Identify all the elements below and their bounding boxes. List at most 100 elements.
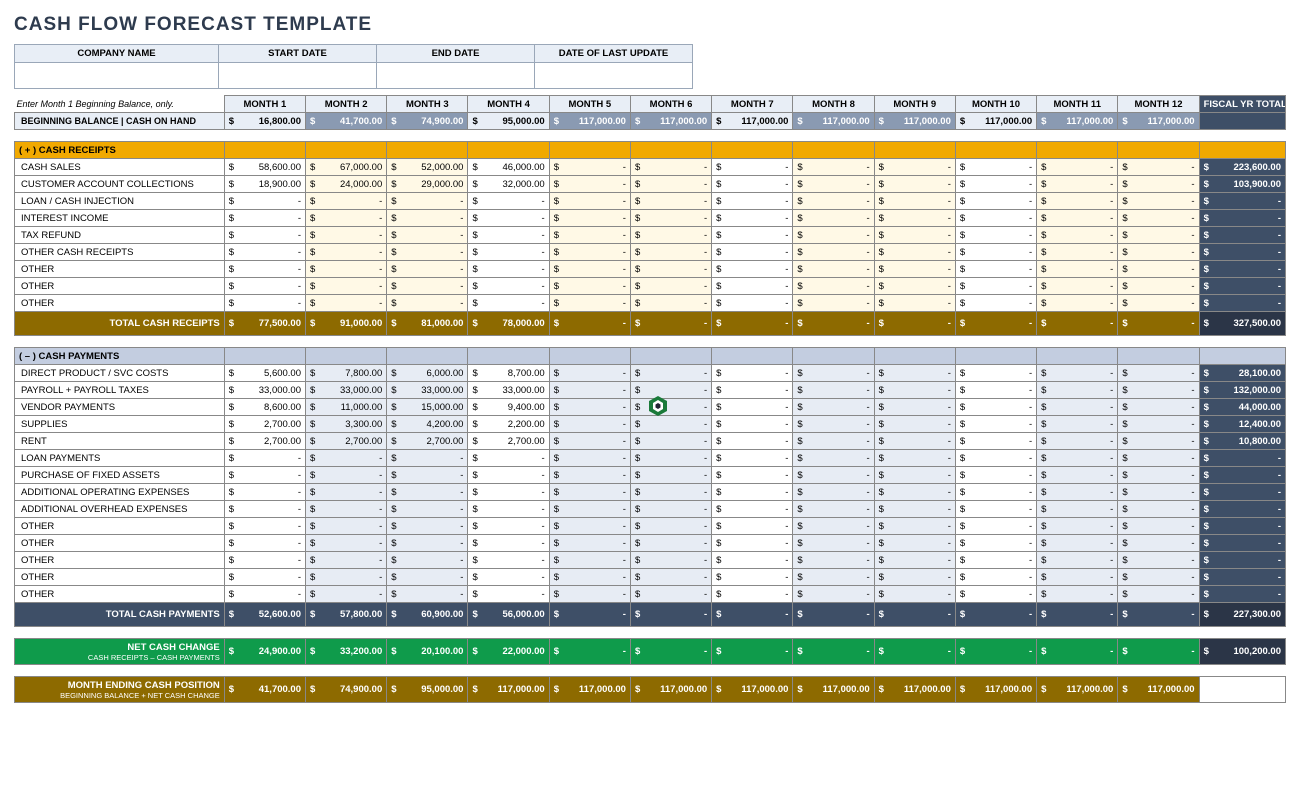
cell[interactable]: - <box>224 484 305 501</box>
cell[interactable]: - <box>224 569 305 586</box>
cell[interactable]: - <box>793 450 874 467</box>
cell[interactable]: - <box>955 484 1036 501</box>
cell[interactable]: - <box>224 244 305 261</box>
cell[interactable]: - <box>387 586 468 603</box>
cell[interactable]: - <box>1118 278 1199 295</box>
cell[interactable]: - <box>387 193 468 210</box>
cell[interactable]: - <box>468 467 549 484</box>
cell[interactable]: - <box>874 552 955 569</box>
cell[interactable]: 67,000.00 <box>306 159 387 176</box>
cell[interactable]: - <box>793 295 874 312</box>
cell[interactable]: - <box>874 382 955 399</box>
cell[interactable]: - <box>1118 552 1199 569</box>
cell[interactable]: - <box>1037 261 1118 278</box>
cell[interactable]: - <box>387 244 468 261</box>
cell[interactable]: - <box>549 210 630 227</box>
cell[interactable]: - <box>955 278 1036 295</box>
cell[interactable]: - <box>224 193 305 210</box>
cell[interactable]: - <box>468 278 549 295</box>
cell[interactable]: - <box>1037 467 1118 484</box>
cell[interactable]: - <box>1037 193 1118 210</box>
cell[interactable]: - <box>874 501 955 518</box>
cell[interactable]: - <box>712 399 793 416</box>
cell[interactable]: - <box>630 552 711 569</box>
cell[interactable]: - <box>874 518 955 535</box>
cell[interactable]: - <box>874 244 955 261</box>
cell[interactable]: - <box>712 295 793 312</box>
cell[interactable]: - <box>712 227 793 244</box>
cell[interactable]: - <box>874 176 955 193</box>
cell[interactable]: - <box>1118 399 1199 416</box>
cell[interactable]: - <box>793 501 874 518</box>
cell[interactable]: - <box>549 176 630 193</box>
cell[interactable]: - <box>1037 501 1118 518</box>
cell[interactable]: - <box>793 278 874 295</box>
cell[interactable]: - <box>549 450 630 467</box>
cell[interactable]: - <box>630 501 711 518</box>
cell[interactable]: - <box>874 295 955 312</box>
cell[interactable]: - <box>712 518 793 535</box>
cell[interactable]: - <box>387 278 468 295</box>
cell[interactable]: - <box>1118 569 1199 586</box>
cell[interactable]: - <box>306 261 387 278</box>
cell[interactable]: - <box>1037 450 1118 467</box>
cell[interactable]: 2,700.00 <box>224 433 305 450</box>
cell[interactable]: - <box>549 569 630 586</box>
cell[interactable]: - <box>549 586 630 603</box>
cell[interactable]: - <box>630 210 711 227</box>
cell[interactable]: - <box>874 433 955 450</box>
cell[interactable]: - <box>549 227 630 244</box>
cell[interactable]: - <box>874 261 955 278</box>
cell[interactable]: - <box>955 193 1036 210</box>
cell[interactable]: - <box>224 501 305 518</box>
cell[interactable]: - <box>224 535 305 552</box>
cell[interactable]: - <box>306 569 387 586</box>
cell[interactable]: - <box>874 535 955 552</box>
cell[interactable]: - <box>874 227 955 244</box>
cell[interactable]: - <box>1118 244 1199 261</box>
cell[interactable]: - <box>549 365 630 382</box>
cell[interactable]: - <box>549 484 630 501</box>
cell[interactable]: - <box>306 278 387 295</box>
cell[interactable]: - <box>306 586 387 603</box>
cell[interactable]: - <box>874 416 955 433</box>
cell[interactable]: - <box>224 295 305 312</box>
cell[interactable]: - <box>630 484 711 501</box>
cell[interactable]: 18,900.00 <box>224 176 305 193</box>
cell[interactable]: - <box>549 433 630 450</box>
cell[interactable]: - <box>955 210 1036 227</box>
cell[interactable]: - <box>712 552 793 569</box>
cell[interactable]: - <box>630 193 711 210</box>
cell[interactable]: - <box>793 210 874 227</box>
cell[interactable]: - <box>630 450 711 467</box>
cell[interactable]: - <box>630 518 711 535</box>
cell[interactable]: - <box>793 193 874 210</box>
cell[interactable]: - <box>1037 518 1118 535</box>
cell[interactable]: - <box>712 535 793 552</box>
cell[interactable]: - <box>955 552 1036 569</box>
cell[interactable]: 33,000.00 <box>387 382 468 399</box>
cell[interactable]: - <box>224 450 305 467</box>
cell[interactable]: - <box>1037 586 1118 603</box>
cell[interactable]: - <box>224 586 305 603</box>
cell[interactable]: - <box>468 227 549 244</box>
cell[interactable]: - <box>468 518 549 535</box>
cell[interactable]: - <box>874 193 955 210</box>
cell[interactable]: 58,600.00 <box>224 159 305 176</box>
cell[interactable]: - <box>306 467 387 484</box>
cell[interactable]: - <box>387 210 468 227</box>
cell[interactable]: - <box>224 467 305 484</box>
cell[interactable]: - <box>306 210 387 227</box>
cell[interactable]: - <box>793 416 874 433</box>
cell[interactable]: - <box>1037 278 1118 295</box>
cell[interactable]: - <box>1037 416 1118 433</box>
cell[interactable]: - <box>549 193 630 210</box>
cell[interactable]: - <box>1037 399 1118 416</box>
cell[interactable]: - <box>1118 484 1199 501</box>
cell[interactable]: - <box>387 450 468 467</box>
cell[interactable]: - <box>955 518 1036 535</box>
cell[interactable]: - <box>1118 467 1199 484</box>
cell[interactable]: 33,000.00 <box>468 382 549 399</box>
cell[interactable]: - <box>955 295 1036 312</box>
cell[interactable]: - <box>793 159 874 176</box>
